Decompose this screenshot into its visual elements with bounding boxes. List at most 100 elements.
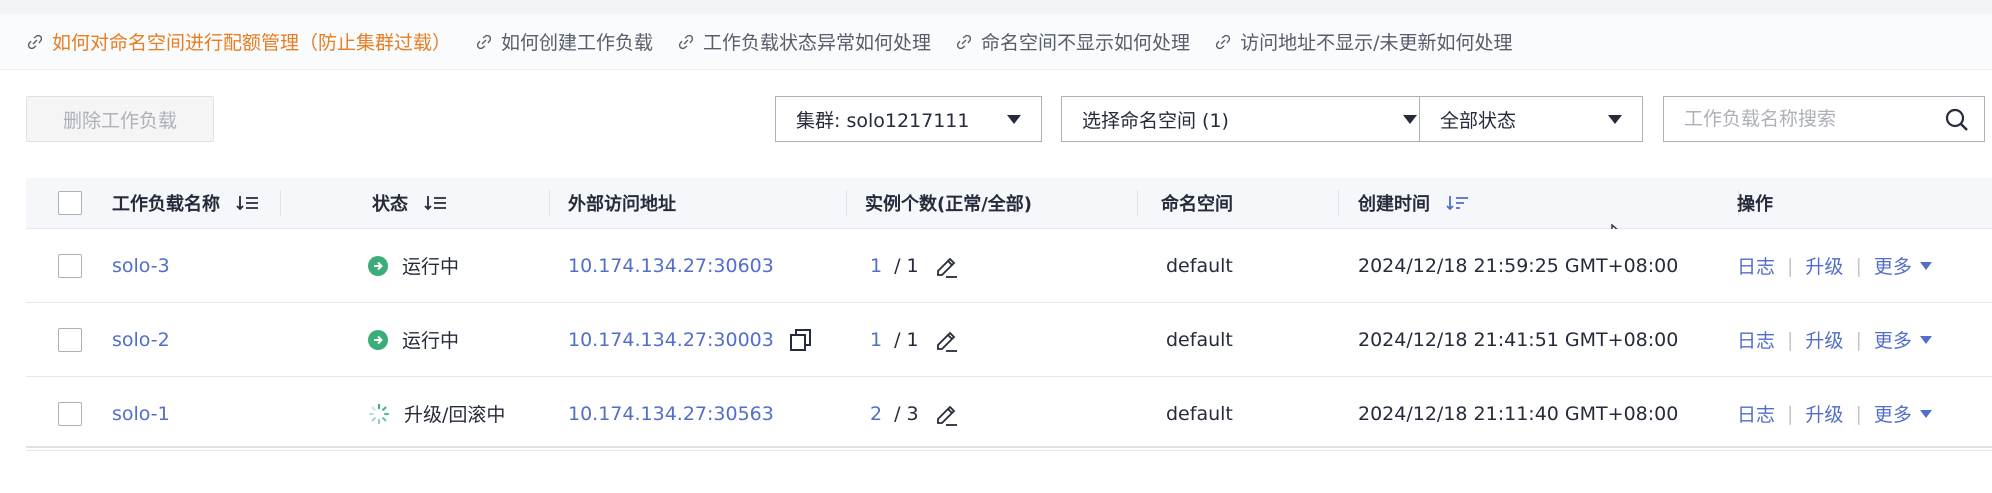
column-header-label: 外部访问地址 xyxy=(568,194,676,215)
actions-cell: 日志 | 升级 | 更多 xyxy=(1737,229,1932,302)
namespace-value: default xyxy=(1166,254,1233,277)
total-count: / 1 xyxy=(894,254,919,277)
toolbar: 删除工作负载 集群: solo1217111 选择命名空间 (1) 全部状态 xyxy=(0,96,1992,144)
running-count[interactable]: 1 xyxy=(870,329,882,351)
column-divider xyxy=(846,190,847,216)
link-icon xyxy=(28,34,42,49)
created-time: 2024/12/18 21:59:25 GMT+08:00 xyxy=(1358,254,1679,277)
column-header-label: 命名空间 xyxy=(1161,194,1233,215)
sort-icon[interactable] xyxy=(236,194,260,212)
help-link-label: 命名空间不显示如何处理 xyxy=(981,32,1191,54)
column-header-actions: 操作 xyxy=(1737,178,1773,228)
select-all-checkbox[interactable] xyxy=(58,191,82,215)
external-address-link[interactable]: 10.174.134.27:30563 xyxy=(568,377,774,450)
column-header-status: 状态 xyxy=(372,178,448,228)
help-link-create-workload[interactable]: 如何创建工作负载 xyxy=(477,28,653,55)
help-link-label: 工作负载状态异常如何处理 xyxy=(703,32,932,54)
log-link[interactable]: 日志 xyxy=(1737,252,1775,279)
sort-icon[interactable] xyxy=(1446,194,1470,212)
column-divider xyxy=(549,190,550,216)
total-count: / 3 xyxy=(894,402,919,425)
row-checkbox[interactable] xyxy=(58,327,82,352)
search-input[interactable] xyxy=(1682,107,1926,131)
cluster-select-value: 集群: solo1217111 xyxy=(796,109,970,132)
namespace-value: default xyxy=(1166,328,1233,351)
chevron-down-icon xyxy=(1919,261,1932,270)
upgrade-link[interactable]: 升级 xyxy=(1805,400,1843,427)
help-link-label: 如何对命名空间进行配额管理（防止集群过载） xyxy=(52,32,452,54)
divider: | xyxy=(1855,328,1862,351)
chevron-down-icon xyxy=(1608,115,1622,124)
status-cell: 升级/回滚中 xyxy=(368,377,505,450)
upgrade-link[interactable]: 升级 xyxy=(1805,252,1843,279)
delete-workload-button[interactable]: 删除工作负载 xyxy=(26,96,214,142)
status-label: 运行中 xyxy=(402,330,460,352)
help-link-quota[interactable]: 如何对命名空间进行配额管理（防止集群过载） xyxy=(28,28,451,55)
status-select[interactable]: 全部状态 xyxy=(1419,96,1643,142)
log-link[interactable]: 日志 xyxy=(1737,326,1775,353)
edit-pencil-icon[interactable] xyxy=(935,254,959,278)
status-cell: 运行中 xyxy=(368,229,459,302)
sort-icon[interactable] xyxy=(424,194,448,212)
column-header-label: 创建时间 xyxy=(1358,194,1430,215)
row-checkbox[interactable] xyxy=(58,253,82,278)
status-select-value: 全部状态 xyxy=(1440,109,1517,132)
status-label: 升级/回滚中 xyxy=(404,404,506,426)
divider: | xyxy=(1787,254,1794,277)
log-link[interactable]: 日志 xyxy=(1737,400,1775,427)
more-link[interactable]: 更多 xyxy=(1874,252,1912,279)
external-address-link[interactable]: 10.174.134.27:30003 xyxy=(568,303,774,376)
running-count[interactable]: 2 xyxy=(870,403,882,425)
column-header-namespace: 命名空间 xyxy=(1161,178,1233,228)
column-header-label: 状态 xyxy=(372,194,408,215)
actions-cell: 日志 | 升级 | 更多 xyxy=(1737,303,1932,376)
table-bottom-border xyxy=(26,446,1992,448)
more-link[interactable]: 更多 xyxy=(1874,400,1912,427)
table-row: solo-3 运行中 10.174.134.27:30603 1 / 1 def… xyxy=(26,229,1992,303)
column-header-label: 操作 xyxy=(1737,194,1773,215)
select-all-cell xyxy=(58,178,82,228)
column-header-address: 外部访问地址 xyxy=(568,178,676,228)
column-header-label: 工作负载名称 xyxy=(112,194,220,215)
column-divider xyxy=(1137,190,1138,216)
status-cell: 运行中 xyxy=(368,303,459,376)
divider: | xyxy=(1787,328,1794,351)
help-link-label: 访问地址不显示/未更新如何处理 xyxy=(1240,32,1513,54)
column-divider xyxy=(1338,190,1339,216)
status-label: 运行中 xyxy=(402,256,460,278)
help-link-workload-status[interactable]: 工作负载状态异常如何处理 xyxy=(679,28,931,55)
namespace-select[interactable]: 选择命名空间 (1) xyxy=(1061,96,1438,142)
namespace-value: default xyxy=(1166,402,1233,425)
instance-count-cell: 1 / 1 xyxy=(870,303,959,376)
namespace-select-value: 选择命名空间 (1) xyxy=(1082,109,1229,132)
external-address-link[interactable]: 10.174.134.27:30603 xyxy=(568,229,774,302)
running-status-icon xyxy=(368,329,388,350)
workload-search[interactable] xyxy=(1663,96,1985,142)
help-link-namespace[interactable]: 命名空间不显示如何处理 xyxy=(957,28,1190,55)
cluster-select[interactable]: 集群: solo1217111 xyxy=(775,96,1042,142)
column-header-created: 创建时间 xyxy=(1358,178,1470,228)
workload-name-link[interactable]: solo-1 xyxy=(112,377,170,450)
link-icon xyxy=(1216,34,1231,49)
link-icon xyxy=(679,34,694,49)
column-header-name: 工作负载名称 xyxy=(112,178,260,228)
upgrade-link[interactable]: 升级 xyxy=(1805,326,1843,353)
row-checkbox[interactable] xyxy=(58,401,82,426)
edit-pencil-icon[interactable] xyxy=(935,402,959,426)
table-header: 工作负载名称 状态 外部访问地址 实例个数(正常/全部) 命名空间 创建时间 操… xyxy=(26,178,1992,249)
running-status-icon xyxy=(368,255,388,276)
column-divider xyxy=(280,190,281,216)
running-count[interactable]: 1 xyxy=(870,255,882,277)
total-count: / 1 xyxy=(894,328,919,351)
search-icon[interactable] xyxy=(1944,107,1970,138)
chevron-down-icon xyxy=(1007,115,1021,124)
workload-name-link[interactable]: solo-3 xyxy=(112,229,170,302)
copy-icon[interactable] xyxy=(789,303,813,376)
more-link[interactable]: 更多 xyxy=(1874,326,1912,353)
chevron-down-icon xyxy=(1403,115,1417,124)
help-link-address[interactable]: 访问地址不显示/未更新如何处理 xyxy=(1216,28,1512,55)
help-links-bar: 如何对命名空间进行配额管理（防止集群过载） 如何创建工作负载 工作负载状态异常如… xyxy=(0,14,1992,70)
workload-name-link[interactable]: solo-2 xyxy=(112,303,170,376)
chevron-down-icon xyxy=(1919,409,1932,418)
edit-pencil-icon[interactable] xyxy=(935,328,959,352)
